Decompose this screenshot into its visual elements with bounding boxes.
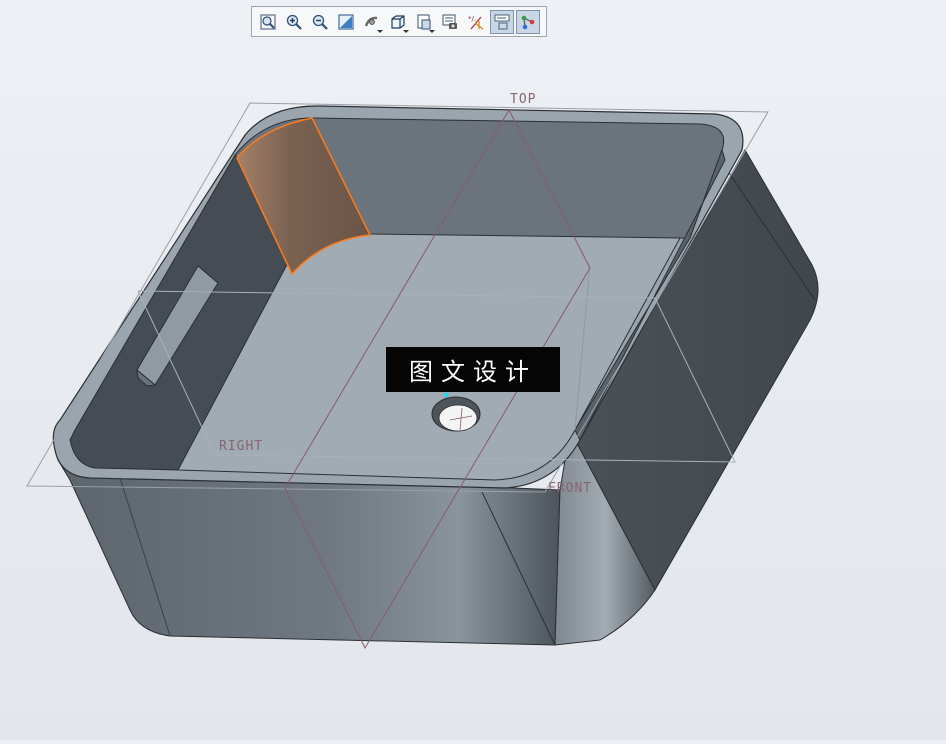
chevron-down-icon: [403, 29, 409, 33]
zoom-out-icon: [312, 14, 328, 30]
top-plane-label[interactable]: TOP: [510, 92, 536, 107]
zoom-out-button[interactable]: [308, 10, 332, 34]
model-tree-display-icon: [521, 15, 535, 29]
refit-button[interactable]: [256, 10, 280, 34]
zoom-in-icon: [286, 14, 302, 30]
refit-icon: [260, 13, 276, 30]
right-plane-label[interactable]: RIGHT: [219, 439, 263, 454]
datum-display-button[interactable]: */.: [464, 10, 488, 34]
repaint-button[interactable]: [334, 10, 358, 34]
display-style-button[interactable]: [386, 10, 410, 34]
view-toolbar: */.: [251, 6, 547, 37]
datum-point: [443, 392, 449, 398]
spin-center-button[interactable]: [360, 10, 384, 34]
annotation-display-icon: [494, 14, 510, 29]
view-manager-icon: [442, 13, 457, 29]
watermark-text: 图文设计: [386, 347, 560, 392]
graphics-viewport[interactable]: TOP RIGHT FRONT 图文设计: [0, 0, 946, 740]
annotation-display-button[interactable]: [490, 9, 514, 34]
model-tree-display-button[interactable]: [516, 9, 540, 34]
repaint-icon: [338, 13, 354, 30]
datum-display-icon: */.: [468, 15, 484, 30]
saved-views-button[interactable]: [412, 10, 436, 34]
svg-text:*/.: */.: [468, 15, 476, 23]
zoom-in-button[interactable]: [282, 10, 306, 34]
display-style-icon: [391, 14, 405, 29]
front-plane-label[interactable]: FRONT: [548, 481, 592, 496]
chevron-down-icon: [429, 29, 435, 33]
spin-center-icon: [364, 16, 378, 26]
view-manager-button[interactable]: [438, 10, 462, 34]
saved-views-icon: [417, 13, 431, 30]
chevron-down-icon: [377, 29, 383, 33]
